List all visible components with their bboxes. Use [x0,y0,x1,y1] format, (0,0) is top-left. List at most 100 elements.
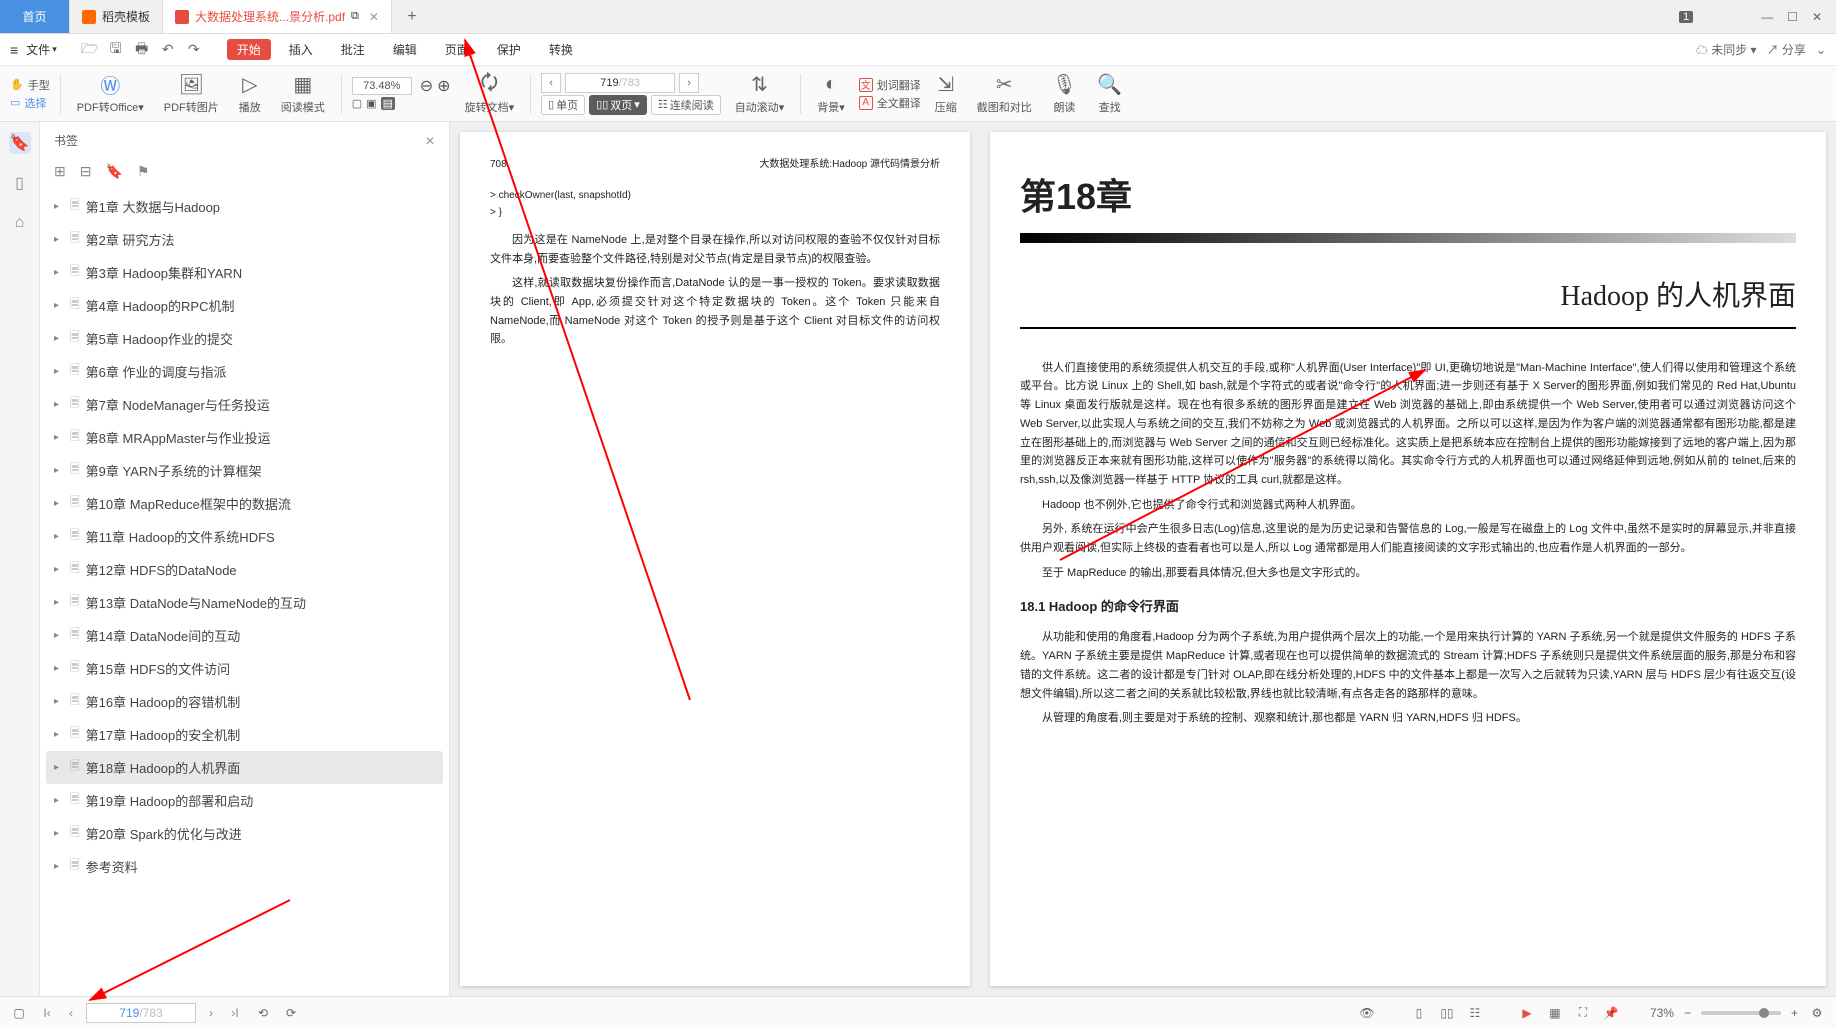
bookmark-item[interactable]: ▸🗏第11章 Hadoop的文件系统HDFS [46,520,443,553]
share-button[interactable]: ↗ 分享 [1767,41,1806,58]
bookmark-close-icon[interactable]: ✕ [425,134,435,148]
sb-zoom-slider[interactable] [1701,1011,1781,1015]
bookmark-item[interactable]: ▸🗏第12章 HDFS的DataNode [46,553,443,586]
view-single[interactable]: ▯单页 [541,95,585,115]
bookmark-item[interactable]: ▸🗏第8章 MRAppMaster与作业投运 [46,421,443,454]
sb-eye-icon[interactable]: 👁 [1358,1004,1376,1022]
sync-status[interactable]: ☁ 未同步 ▾ [1696,41,1757,58]
bm-expand-icon[interactable]: ⊞ [54,163,66,180]
sb-last-page[interactable]: ›I [226,1004,244,1022]
menu-start[interactable]: 开始 [227,39,271,60]
bookmark-panel-icon[interactable]: 🔖 [9,132,31,154]
tab-maximize-icon[interactable]: ⧉ [351,10,359,23]
compress-button[interactable]: ⇲压缩 [929,73,963,115]
sb-full-icon[interactable]: ⛶ [1574,1004,1592,1022]
bm-add-icon[interactable]: 🔖 [105,163,122,180]
page-next[interactable]: › [679,73,699,93]
window-close-icon[interactable]: ✕ [1812,10,1822,24]
undo-icon[interactable]: ↶ [159,41,177,59]
rotate-button[interactable]: 🗘旋转文档▾ [459,73,521,115]
select-tool[interactable]: ▭选择 [10,95,50,111]
play-button[interactable]: ▷播放 [233,73,267,115]
screenshot-compare[interactable]: ✂截图和对比 [971,73,1038,115]
document-viewer[interactable]: 708大数据处理系统:Hadoop 源代码情景分析 > checkOwner(l… [450,122,1836,996]
notification-badge[interactable]: 1 [1679,11,1693,23]
bookmark-item[interactable]: ▸🗏第10章 MapReduce框架中的数据流 [46,487,443,520]
tab-docker[interactable]: 稻壳模板 [70,0,163,33]
thumbnail-panel-icon[interactable]: ▯ [9,172,31,194]
background-button[interactable]: ◐背景▾ [811,73,851,115]
zoom-value[interactable]: 73.48% [352,77,412,95]
reading-mode[interactable]: ▦阅读模式 [275,73,331,115]
bookmark-item[interactable]: ▸🗏第9章 YARN子系统的计算框架 [46,454,443,487]
pdf-to-image[interactable]: 🖼PDF转图片 [158,73,225,115]
sb-page-input[interactable]: 719/783 [86,1003,196,1023]
file-menu[interactable]: 文件▾ [26,41,57,58]
hand-tool[interactable]: ✋手型 [10,77,50,93]
read-aloud[interactable]: 🎙朗读 [1046,73,1083,115]
sb-panel-icon[interactable]: ▢ [10,1004,28,1022]
sb-pin-icon[interactable]: 📌 [1602,1004,1620,1022]
tab-home[interactable]: 首页 [0,0,70,33]
bookmark-item[interactable]: ▸🗏参考资料 [46,850,443,883]
word-translate[interactable]: 文划词翻译 [859,77,921,93]
bookmark-item[interactable]: ▸🗏第7章 NodeManager与任务投运 [46,388,443,421]
sb-forward-icon[interactable]: ⟳ [282,1004,300,1022]
tab-active-document[interactable]: 大数据处理系统...景分析.pdf ⧉ ✕ [163,0,392,33]
sb-settings-icon[interactable]: ⚙ [1808,1004,1826,1022]
zoom-out-icon[interactable]: ⊖ [420,76,433,96]
home-panel-icon[interactable]: ⌂ [9,212,31,234]
new-tab-button[interactable]: + [392,0,432,33]
find-button[interactable]: 🔍查找 [1091,73,1128,115]
tab-close-icon[interactable]: ✕ [369,10,379,24]
bookmark-item[interactable]: ▸🗏第20章 Spark的优化与改进 [46,817,443,850]
more-icon[interactable]: ⌄ [1816,43,1826,57]
menu-annotate[interactable]: 批注 [331,39,375,60]
fit-page-icon[interactable]: ▣ [366,97,376,110]
sb-zoom-value[interactable]: 73% [1650,1006,1674,1020]
open-icon[interactable]: 🗁 [81,41,99,59]
bookmark-item[interactable]: ▸🗏第1章 大数据与Hadoop [46,190,443,223]
sb-zoom-out[interactable]: − [1684,1006,1691,1020]
bookmark-item[interactable]: ▸🗏第19章 Hadoop的部署和启动 [46,784,443,817]
bookmark-item[interactable]: ▸🗏第13章 DataNode与NameNode的互动 [46,586,443,619]
bm-tag-icon[interactable]: ⚑ [137,163,150,180]
pdf-to-office[interactable]: ⓌPDF转Office▾ [71,73,150,115]
menu-page[interactable]: 页面 [435,39,479,60]
save-icon[interactable]: 🖫 [107,41,125,59]
bookmark-item[interactable]: ▸🗏第6章 作业的调度与指派 [46,355,443,388]
menu-insert[interactable]: 插入 [279,39,323,60]
view-double[interactable]: ▯▯双页▾ [589,95,647,115]
sb-next-page[interactable]: › [202,1004,220,1022]
sb-prev-page[interactable]: ‹ [62,1004,80,1022]
view-continuous[interactable]: ☷连续阅读 [651,95,721,115]
full-translate[interactable]: A全文翻译 [859,95,921,111]
page-input[interactable]: 719/783 [565,73,675,93]
bookmark-item[interactable]: ▸🗏第3章 Hadoop集群和YARN [46,256,443,289]
window-minimize-icon[interactable]: — [1761,10,1773,24]
window-maximize-icon[interactable]: ☐ [1787,10,1798,24]
sb-play-icon[interactable]: ▶ [1518,1004,1536,1022]
bookmark-item[interactable]: ▸🗏第4章 Hadoop的RPC机制 [46,289,443,322]
fit-width-icon[interactable]: ▢ [352,97,362,110]
menu-convert[interactable]: 转换 [539,39,583,60]
bookmark-item[interactable]: ▸🗏第14章 DataNode间的互动 [46,619,443,652]
sb-back-icon[interactable]: ⟲ [254,1004,272,1022]
actual-size-icon[interactable]: ▤ [381,97,395,110]
sb-layout2-icon[interactable]: ▯▯ [1438,1004,1456,1022]
zoom-in-icon[interactable]: ⊕ [437,76,450,96]
print-icon[interactable]: 🖶 [133,41,151,59]
sb-first-page[interactable]: I‹ [38,1004,56,1022]
sb-layout1-icon[interactable]: ▯ [1410,1004,1428,1022]
bookmark-item[interactable]: ▸🗏第16章 Hadoop的容错机制 [46,685,443,718]
page-prev[interactable]: ‹ [541,73,561,93]
auto-scroll[interactable]: ⇅自动滚动▾ [729,73,791,115]
hamburger-icon[interactable]: ≡ [10,42,18,58]
bookmark-item[interactable]: ▸🗏第5章 Hadoop作业的提交 [46,322,443,355]
menu-protect[interactable]: 保护 [487,39,531,60]
sb-layout3-icon[interactable]: ☷ [1466,1004,1484,1022]
bm-collapse-icon[interactable]: ⊟ [80,163,92,180]
bookmark-item[interactable]: ▸🗏第17章 Hadoop的安全机制 [46,718,443,751]
sb-read-icon[interactable]: ▦ [1546,1004,1564,1022]
bookmark-item[interactable]: ▸🗏第2章 研究方法 [46,223,443,256]
